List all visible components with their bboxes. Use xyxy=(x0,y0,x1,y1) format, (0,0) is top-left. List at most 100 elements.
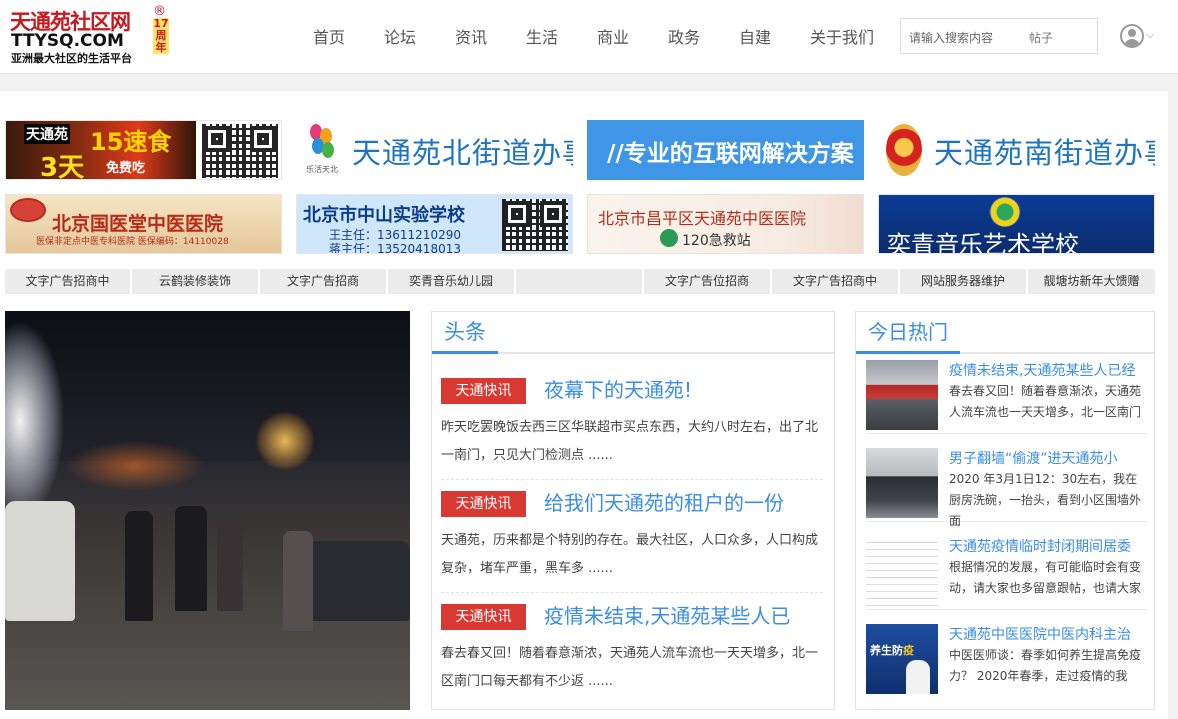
hot-title: 今日热门 xyxy=(856,312,960,354)
text-ad-link[interactable]: 网站服务器维护 xyxy=(900,269,1028,294)
hot-item-thumbnail[interactable] xyxy=(866,360,938,430)
anniversary-badge: 17 周年 xyxy=(153,18,169,54)
ad-south-office[interactable]: 天通苑南街道办事处 xyxy=(878,120,1155,180)
ad-music-school[interactable]: 奕青音乐艺术学校 xyxy=(878,194,1155,254)
hospital-seal-icon xyxy=(10,198,46,222)
hot-item-thumbnail[interactable] xyxy=(866,448,938,518)
photo-lamp xyxy=(5,321,65,521)
hot-item-thumbnail[interactable] xyxy=(866,536,938,606)
headline-article[interactable]: 天通快讯 疫情未结束,天通苑某些人已 春去春又回！随着春意渐浓，天通苑人流车流也… xyxy=(441,600,823,706)
nav-self-build[interactable]: 自建 xyxy=(739,24,771,48)
tcm-ad-title: 北京市昌平区天通苑中医医院 xyxy=(598,209,807,228)
nav-life[interactable]: 生活 xyxy=(526,24,558,48)
user-avatar-icon[interactable] xyxy=(1120,24,1144,48)
music-ad-title: 奕青音乐艺术学校 xyxy=(887,231,1079,254)
nav-government[interactable]: 政务 xyxy=(668,24,700,48)
thumb-text: 养生防 xyxy=(870,644,903,657)
article-title[interactable]: 夜幕下的天通苑! xyxy=(544,374,692,403)
music-school-emblem-icon xyxy=(989,197,1021,227)
emergency-icon xyxy=(660,229,678,247)
article-title[interactable]: 疫情未结束,天通苑某些人已 xyxy=(544,600,790,629)
ad-zhongshan-school[interactable]: 北京市中山实验学校 王主任：13611210290 蒋主任：1352041801… xyxy=(296,194,573,254)
hot-item[interactable]: 养生防疫 天通苑中医医院中医内科主治 中医医师谈：春季如何养生提高免疫力？ 20… xyxy=(866,618,1148,698)
photo-building xyxy=(5,371,410,461)
hospital-ad-title: 北京国医堂中医医院 xyxy=(52,213,224,235)
site-header: 天通苑社区网 TTYSQ.COM 亚洲最大社区的生活平台 ® 17 周年 首页 论… xyxy=(0,0,1178,74)
headlines-header: 头条 xyxy=(432,312,834,354)
text-ad-link[interactable] xyxy=(516,269,644,294)
school-ad-title: 北京市中山实验学校 xyxy=(303,205,465,226)
hot-item[interactable]: 天通苑疫情临时封闭期间居委 根据情况的发展，有可能临时会有变动，请大家也多留意跟… xyxy=(866,530,1148,610)
nav-forum[interactable]: 论坛 xyxy=(384,24,416,48)
text-ad-link[interactable]: 靓塘坊新年大馈赠 xyxy=(1028,269,1155,294)
nav-business[interactable]: 商业 xyxy=(597,24,629,48)
text-ad-link[interactable]: 奕青音乐幼儿园 xyxy=(388,269,516,294)
photo-person xyxy=(283,531,313,631)
internet-ad-title: //专业的互联网解决方案 xyxy=(607,141,854,167)
user-menu[interactable]: ⌵ xyxy=(1120,24,1154,48)
hot-header: 今日热门 xyxy=(856,312,1154,354)
thumb-caption: 养生防疫 xyxy=(870,642,914,658)
hot-item-thumbnail[interactable]: 养生防疫 xyxy=(866,624,938,694)
photo-person xyxy=(175,506,207,611)
text-ad-link[interactable]: 文字广告招商中 xyxy=(5,269,132,294)
site-logo[interactable]: 天通苑社区网 TTYSQ.COM 亚洲最大社区的生活平台 ® 17 周年 xyxy=(10,4,170,66)
ad-north-office[interactable]: 乐活天北 天通苑北街道办事处 xyxy=(296,120,573,180)
article-excerpt: 春去春又回！随着春意渐浓，天通苑人流车流也一天天增多，北一区南门口每天都有不少返… xyxy=(441,646,819,689)
hot-item[interactable]: 疫情未结束,天通苑某些人已经 春去春又回！随着春意渐浓，天通苑人流车流也一天天增… xyxy=(866,354,1148,434)
north-office-logo-icon xyxy=(306,122,338,162)
article-tag[interactable]: 天通快讯 xyxy=(441,378,526,404)
text-ad-link[interactable]: 文字广告招商中 xyxy=(772,269,900,294)
text-ad-link[interactable]: 云鹤装修装饰 xyxy=(132,269,260,294)
ad-food-banner[interactable]: 天通苑 15速食 3天 免费吃 xyxy=(5,120,282,180)
logo-slogan: 亚洲最大社区的生活平台 xyxy=(11,52,132,65)
photo-person xyxy=(217,521,243,611)
search-input[interactable]: 请输入搜索内容 帖子 xyxy=(900,18,1098,54)
ad-tcm-hospital[interactable]: 北京市昌平区天通苑中医医院 120急救站 xyxy=(587,194,864,254)
food-ad-trial: 3天 xyxy=(40,153,85,180)
headlines-title: 头条 xyxy=(432,312,498,354)
article-excerpt: 昨天吃罢晚饭去西三区华联超市买点东西，大约八时左右，出了北一南门，只见大门检测点… xyxy=(441,420,819,463)
headline-article[interactable]: 天通快讯 给我们天通苑的租户的一份 天通苑，历来都是个特别的存在。最大社区，人口… xyxy=(441,487,823,593)
nav-home[interactable]: 首页 xyxy=(313,24,345,48)
text-ad-link[interactable]: 文字广告招商 xyxy=(260,269,388,294)
hot-item-title[interactable]: 天通苑中医医院中医内科主治 xyxy=(949,624,1131,644)
article-tag[interactable]: 天通快讯 xyxy=(441,604,526,630)
photo-car xyxy=(5,501,75,621)
headlines-section: 头条 天通快讯 夜幕下的天通苑! 昨天吃罢晚饭去西三区华联超市买点东西，大约八时… xyxy=(431,311,835,710)
north-office-caption: 乐活天北 xyxy=(306,165,338,174)
nav-about[interactable]: 关于我们 xyxy=(810,24,874,48)
article-title[interactable]: 给我们天通苑的租户的一份 xyxy=(544,487,784,516)
text-ad-link[interactable]: 文字广告位招商 xyxy=(644,269,772,294)
featured-night-photo[interactable] xyxy=(5,311,410,710)
food-ad-offer-text: 速食 xyxy=(123,128,172,156)
search-type-select[interactable]: 帖子 xyxy=(1029,29,1053,46)
thumb-highlight: 疫 xyxy=(903,644,914,657)
main-panel: 天通苑 15速食 3天 免费吃 乐活天北 天通苑北街道办事处 //专业的互联网解… xyxy=(0,91,1168,719)
hot-item[interactable]: 男子翻墙“偷渡”进天通苑小 2020 年3月1日12：30左右，我在厨房洗碗，一… xyxy=(866,442,1148,528)
headline-article[interactable]: 天通快讯 夜幕下的天通苑! 昨天吃罢晚饭去西三区华联超市买点东西，大约八时左右，… xyxy=(441,374,823,480)
photo-shop-light xyxy=(65,441,205,491)
hot-item-title[interactable]: 疫情未结束,天通苑某些人已经 xyxy=(949,360,1135,380)
hot-item-excerpt: 春去春又回！随着春意渐浓，天通苑人流车流也一天天增多，北一区南门 xyxy=(949,384,1142,419)
text-ad-bar: 文字广告招商中 云鹤装修装饰 文字广告招商 奕青音乐幼儿园 文字广告位招商 文字… xyxy=(5,269,1155,294)
food-ad-offer: 15速食 xyxy=(90,122,171,157)
ad-internet-solution[interactable]: //专业的互联网解决方案 xyxy=(587,120,864,180)
nav-news[interactable]: 资讯 xyxy=(455,24,487,48)
photo-person xyxy=(125,511,153,621)
search-placeholder: 请输入搜索内容 xyxy=(909,31,994,45)
thumb-doctor-figure xyxy=(906,660,930,694)
ad-guoyitang-hospital[interactable]: 北京国医堂中医医院 医保非定点中医专科医院 医保编码：14110028 xyxy=(5,194,282,254)
chevron-down-icon: ⌵ xyxy=(1146,28,1155,41)
national-emblem-icon xyxy=(886,124,922,176)
qr-code-icon xyxy=(502,199,568,251)
article-tag[interactable]: 天通快讯 xyxy=(441,491,526,517)
hot-item-title[interactable]: 男子翻墙“偷渡”进天通苑小 xyxy=(949,448,1118,468)
hot-item-title[interactable]: 天通苑疫情临时封闭期间居委 xyxy=(949,536,1131,556)
logo-domain: TTYSQ.COM xyxy=(11,31,124,51)
south-office-title: 天通苑南街道办事处 xyxy=(934,136,1155,170)
photo-streetlight xyxy=(255,411,315,471)
tcm-ad-emergency: 120急救站 xyxy=(682,233,751,249)
hot-item-excerpt: 中医医师谈：春季如何养生提高免疫力？ 2020年春季，走过疫情的我 xyxy=(949,648,1142,683)
hot-item-excerpt: 2020 年3月1日12：30左右，我在厨房洗碗，一抬头，看到小区围墙外面 xyxy=(949,472,1142,528)
